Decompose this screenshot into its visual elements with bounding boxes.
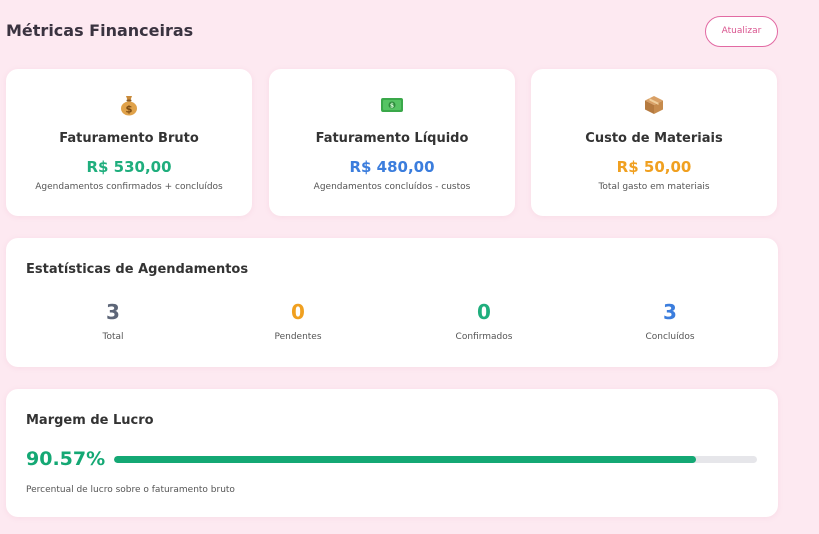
stat-confirmed: 0 Confirmados bbox=[404, 300, 564, 342]
stat-label: Pendentes bbox=[274, 332, 322, 342]
stat-total: 3 Total bbox=[33, 300, 193, 342]
metric-card-gross-revenue: $ Faturamento Bruto R$ 530,00 Agendament… bbox=[6, 69, 252, 216]
stat-completed: 3 Concluídos bbox=[590, 300, 750, 342]
metric-description: Total gasto em materiais bbox=[598, 182, 710, 192]
money-bag-icon: $ bbox=[6, 94, 252, 116]
stat-pending: 0 Pendentes bbox=[218, 300, 378, 342]
banknote-icon: $ bbox=[269, 94, 515, 116]
page-title: Métricas Financeiras bbox=[6, 21, 194, 40]
page-header: Métricas Financeiras Atualizar bbox=[6, 16, 778, 48]
package-icon bbox=[531, 94, 777, 116]
metric-title: Custo de Materiais bbox=[585, 131, 723, 146]
metric-description: Agendamentos confirmados + concluídos bbox=[35, 182, 223, 192]
svg-text:$: $ bbox=[126, 105, 133, 116]
stat-label: Confirmados bbox=[455, 332, 513, 342]
svg-text:$: $ bbox=[390, 103, 394, 110]
margin-progress-bar bbox=[114, 456, 757, 463]
metric-title: Faturamento Líquido bbox=[315, 131, 469, 146]
appointment-stats-card: Estatísticas de Agendamentos 3 Total 0 P… bbox=[6, 238, 778, 367]
metric-title: Faturamento Bruto bbox=[59, 131, 199, 146]
metric-card-material-cost: Custo de Materiais R$ 50,00 Total gasto … bbox=[531, 69, 777, 216]
stat-value: 3 bbox=[663, 300, 677, 324]
metric-value: R$ 480,00 bbox=[349, 158, 435, 176]
stat-value: 0 bbox=[477, 300, 491, 324]
stat-value: 3 bbox=[106, 300, 120, 324]
margin-progress-fill bbox=[114, 456, 697, 463]
metric-card-net-revenue: $ Faturamento Líquido R$ 480,00 Agendame… bbox=[269, 69, 515, 216]
profit-margin-card: Margem de Lucro 90.57% Percentual de luc… bbox=[6, 389, 778, 517]
stat-value: 0 bbox=[291, 300, 305, 324]
margin-percent: 90.57% bbox=[26, 448, 106, 470]
margin-description: Percentual de lucro sobre o faturamento … bbox=[26, 485, 235, 495]
metric-value: R$ 50,00 bbox=[616, 158, 692, 176]
stat-label: Concluídos bbox=[645, 332, 695, 342]
metric-description: Agendamentos concluídos - custos bbox=[313, 182, 471, 192]
metric-value: R$ 530,00 bbox=[86, 158, 172, 176]
section-title: Estatísticas de Agendamentos bbox=[26, 262, 249, 277]
section-title: Margem de Lucro bbox=[26, 413, 154, 428]
refresh-button[interactable]: Atualizar bbox=[705, 16, 778, 47]
stat-label: Total bbox=[102, 332, 124, 342]
